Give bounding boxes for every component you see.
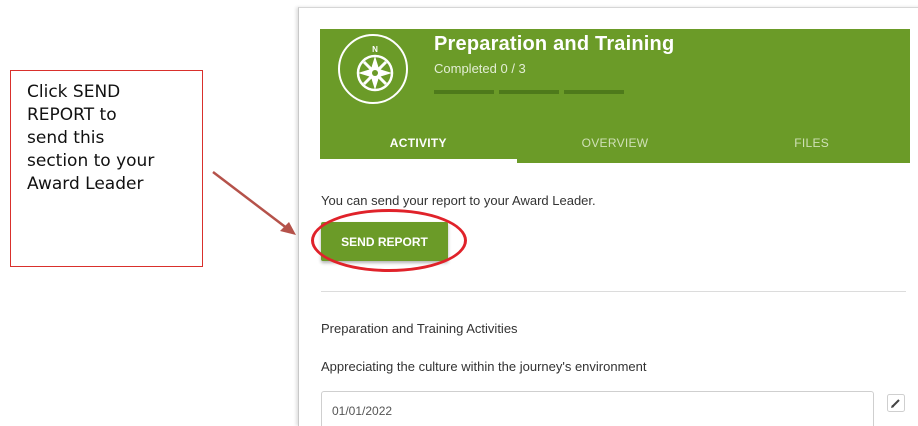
tab-overview[interactable]: OVERVIEW bbox=[517, 124, 714, 163]
activity-name: Appreciating the culture within the jour… bbox=[321, 359, 647, 374]
send-report-button[interactable]: SEND REPORT bbox=[321, 222, 448, 261]
tab-files[interactable]: FILES bbox=[713, 124, 910, 163]
send-report-prompt: You can send your report to your Award L… bbox=[321, 193, 596, 208]
pencil-icon[interactable] bbox=[887, 394, 905, 412]
activity-panel: N Preparation and Training Completed 0 /… bbox=[298, 7, 918, 426]
activities-section-title: Preparation and Training Activities bbox=[321, 321, 518, 336]
progress-bar bbox=[434, 90, 624, 94]
progress-segment bbox=[499, 90, 559, 94]
progress-segment bbox=[564, 90, 624, 94]
tab-activity[interactable]: ACTIVITY bbox=[320, 124, 517, 163]
date-field[interactable] bbox=[321, 391, 874, 426]
instruction-callout: Click SEND REPORT to send this section t… bbox=[10, 70, 203, 267]
progress-segment bbox=[434, 90, 494, 94]
progress-text: Completed 0 / 3 bbox=[434, 61, 526, 76]
section-header: N Preparation and Training Completed 0 /… bbox=[320, 29, 910, 163]
tab-bar: ACTIVITY OVERVIEW FILES bbox=[320, 124, 910, 163]
section-title-heading: Preparation and Training bbox=[434, 33, 675, 55]
divider bbox=[321, 291, 906, 292]
svg-text:N: N bbox=[372, 45, 378, 54]
compass-icon: N bbox=[338, 34, 408, 104]
